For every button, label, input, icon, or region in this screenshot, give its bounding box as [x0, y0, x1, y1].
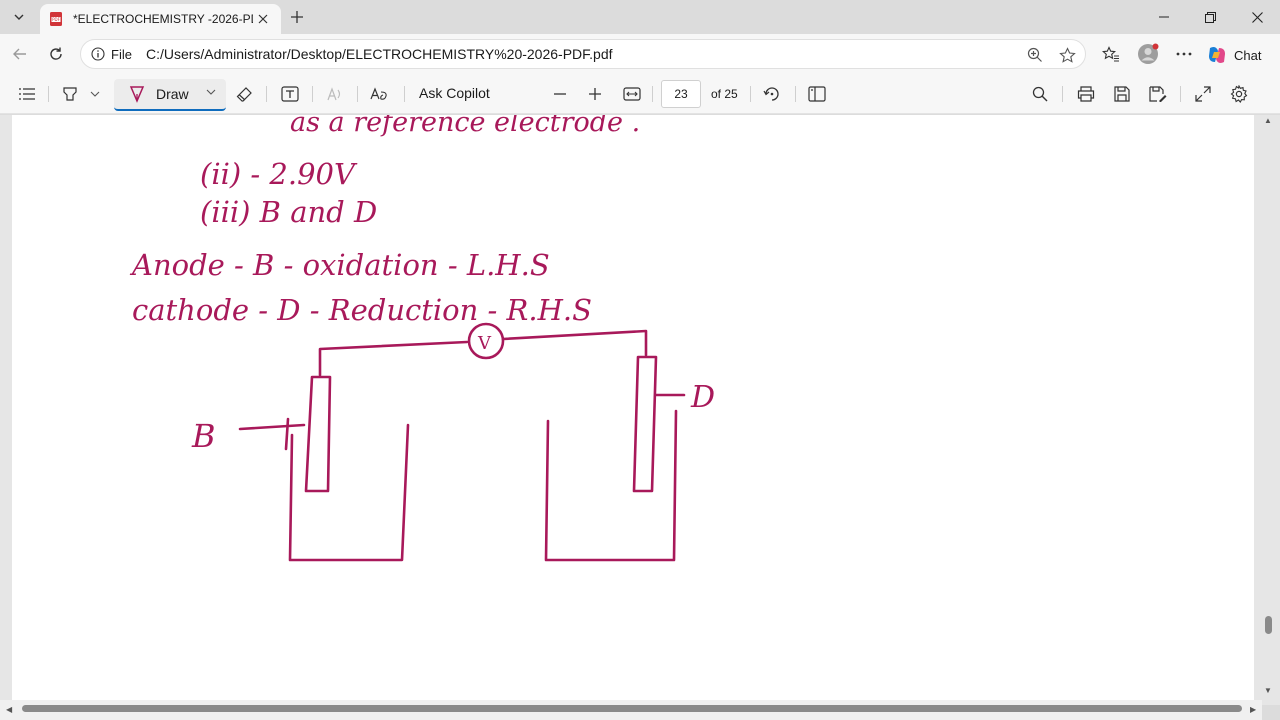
voltmeter-label: V	[477, 333, 492, 354]
full-screen-icon[interactable]	[1192, 83, 1214, 105]
ink-drawing: as a reference electrode . (ii) - 2.90V …	[129, 115, 715, 562]
save-icon[interactable]	[1111, 83, 1133, 105]
contents-icon[interactable]	[16, 83, 38, 105]
zoom-in-icon[interactable]	[584, 83, 606, 105]
ask-copilot-button[interactable]: Ask Copilot	[419, 85, 490, 101]
lead-b	[238, 417, 306, 451]
favorites-icon[interactable]	[1097, 41, 1125, 67]
profile-icon[interactable]	[1134, 41, 1162, 67]
window-close-icon[interactable]	[1234, 0, 1280, 34]
pdf-icon: PDF	[50, 12, 62, 26]
save-as-icon[interactable]	[1147, 83, 1169, 105]
handwriting-line-4: Anode - B - oxidation - L.H.S	[129, 248, 550, 282]
electrode-b	[304, 375, 332, 493]
find-icon[interactable]	[1029, 83, 1051, 105]
tab-actions-icon[interactable]	[6, 5, 32, 29]
text-box-icon[interactable]	[279, 83, 301, 105]
draw-chevron-icon[interactable]	[206, 88, 216, 96]
label-b: B	[191, 417, 216, 455]
electrode-d	[632, 355, 658, 493]
highlight-chevron-icon[interactable]	[86, 83, 104, 105]
wire-left	[318, 340, 469, 377]
page-view-icon[interactable]	[806, 83, 828, 105]
cell-diagram	[238, 322, 686, 562]
read-aloud-icon	[324, 83, 346, 105]
translate-icon[interactable]	[368, 83, 390, 105]
scheme-label: File	[111, 46, 132, 62]
draw-label: Draw	[156, 86, 189, 102]
scroll-left-icon[interactable]: ◀	[6, 705, 12, 714]
minimize-icon[interactable]	[1141, 0, 1187, 34]
fit-width-icon[interactable]	[620, 83, 644, 105]
document-viewport[interactable]: as a reference electrode . (ii) - 2.90V …	[0, 115, 1280, 705]
handwriting-line-1: as a reference electrode .	[290, 115, 640, 138]
info-icon[interactable]	[91, 47, 105, 61]
scroll-up-icon[interactable]: ▲	[1264, 116, 1272, 125]
rotate-icon[interactable]	[761, 83, 783, 105]
label-d: D	[690, 380, 715, 415]
svg-text:PDF: PDF	[52, 17, 60, 22]
zoom-out-icon[interactable]	[549, 83, 571, 105]
restore-icon[interactable]	[1187, 0, 1233, 34]
eraser-icon[interactable]	[234, 83, 256, 105]
chat-label: Chat	[1234, 47, 1262, 63]
print-icon[interactable]	[1075, 83, 1097, 105]
copilot-icon	[1209, 47, 1225, 63]
vertical-scroll-thumb[interactable]	[1265, 616, 1272, 634]
handwriting-line-3: (iii) B and D	[200, 195, 377, 229]
browser-tab[interactable]: PDF *ELECTROCHEMISTRY -2026-PDF	[40, 4, 281, 34]
pdf-toolbar: Draw Ask Copilot 23 of 25	[0, 74, 1280, 114]
url-text[interactable]: C:/Users/Administrator/Desktop/ELECTROCH…	[146, 46, 613, 62]
page-count: of 25	[711, 87, 738, 101]
handwriting-line-2: (ii) - 2.90V	[200, 157, 358, 191]
horizontal-scroll-thumb[interactable]	[22, 705, 1242, 712]
tab-title: *ELECTROCHEMISTRY -2026-PDF	[73, 12, 253, 26]
highlight-icon[interactable]	[58, 83, 82, 105]
settings-gear-icon[interactable]	[1228, 83, 1250, 105]
close-icon[interactable]	[253, 9, 273, 29]
beaker-right	[544, 409, 678, 562]
handwriting-line-5: cathode - D - Reduction - R.H.S	[132, 293, 592, 327]
scroll-right-icon[interactable]: ▶	[1250, 705, 1256, 714]
scroll-down-icon[interactable]: ▼	[1264, 686, 1272, 695]
chat-button[interactable]: Chat	[1206, 42, 1272, 68]
more-icon[interactable]	[1170, 41, 1198, 67]
address-bar-row: File C:/Users/Administrator/Desktop/ELEC…	[0, 34, 1280, 74]
tab-strip: PDF *ELECTROCHEMISTRY -2026-PDF	[0, 0, 1280, 34]
refresh-icon[interactable]	[42, 41, 70, 67]
address-bar[interactable]: File C:/Users/Administrator/Desktop/ELEC…	[80, 39, 1086, 69]
pen-icon	[129, 86, 145, 103]
draw-button[interactable]: Draw	[114, 79, 226, 111]
zoom-icon[interactable]	[1025, 45, 1045, 65]
back-arrow-icon[interactable]	[6, 41, 34, 67]
star-icon[interactable]	[1057, 45, 1077, 65]
page-number-input[interactable]: 23	[661, 80, 701, 108]
plus-icon[interactable]	[286, 6, 308, 28]
wire-right	[501, 329, 648, 357]
pdf-page[interactable]: as a reference electrode . (ii) - 2.90V …	[12, 115, 1254, 705]
